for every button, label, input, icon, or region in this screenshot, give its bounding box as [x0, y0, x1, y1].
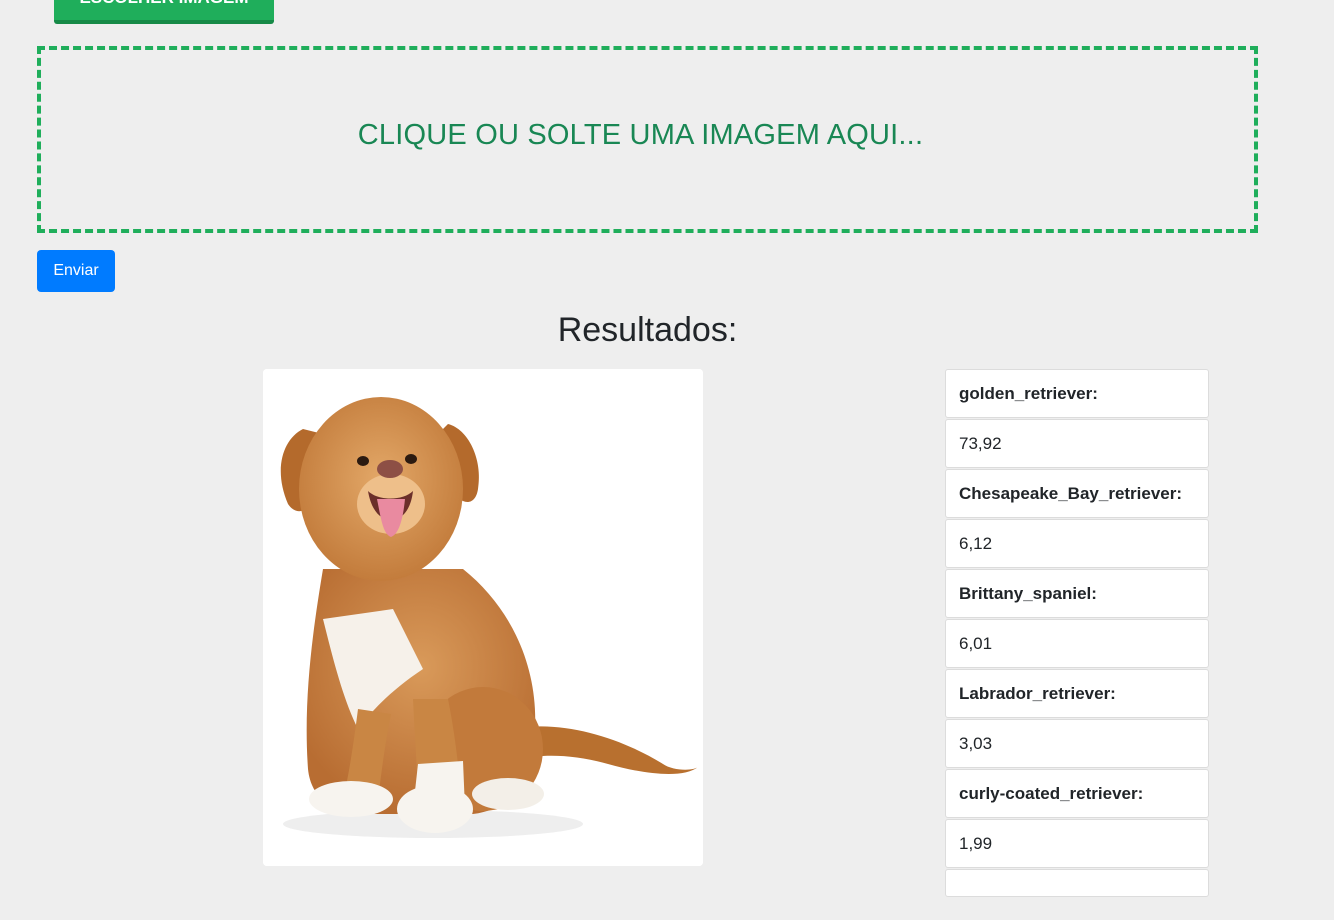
- prediction-value: 6,01: [945, 619, 1209, 668]
- prediction-label: golden_retriever:: [945, 369, 1209, 418]
- choose-image-button[interactable]: ESCOLHER IMAGEM: [54, 0, 274, 24]
- puppy-image: [263, 369, 703, 866]
- predictions-list: golden_retriever: 73,92 Chesapeake_Bay_r…: [945, 369, 1209, 898]
- uploaded-image-card: [263, 369, 703, 866]
- results-title: Resultados:: [557, 311, 738, 349]
- prediction-value: 6,12: [945, 519, 1209, 568]
- prediction-label: Brittany_spaniel:: [945, 569, 1209, 618]
- drop-zone-label: CLIQUE OU SOLTE UMA IMAGEM AQUI...: [357, 119, 924, 151]
- send-button[interactable]: Enviar: [37, 250, 115, 292]
- prediction-label: Chesapeake_Bay_retriever:: [945, 469, 1209, 518]
- prediction-label: curly-coated_retriever:: [945, 769, 1209, 818]
- image-drop-zone[interactable]: CLIQUE OU SOLTE UMA IMAGEM AQUI...: [37, 46, 1258, 233]
- prediction-value: 1,99: [945, 819, 1209, 868]
- prediction-value: 3,03: [945, 719, 1209, 768]
- empty-result-cell: [945, 869, 1209, 897]
- prediction-label: Labrador_retriever:: [945, 669, 1209, 718]
- prediction-value: 73,92: [945, 419, 1209, 468]
